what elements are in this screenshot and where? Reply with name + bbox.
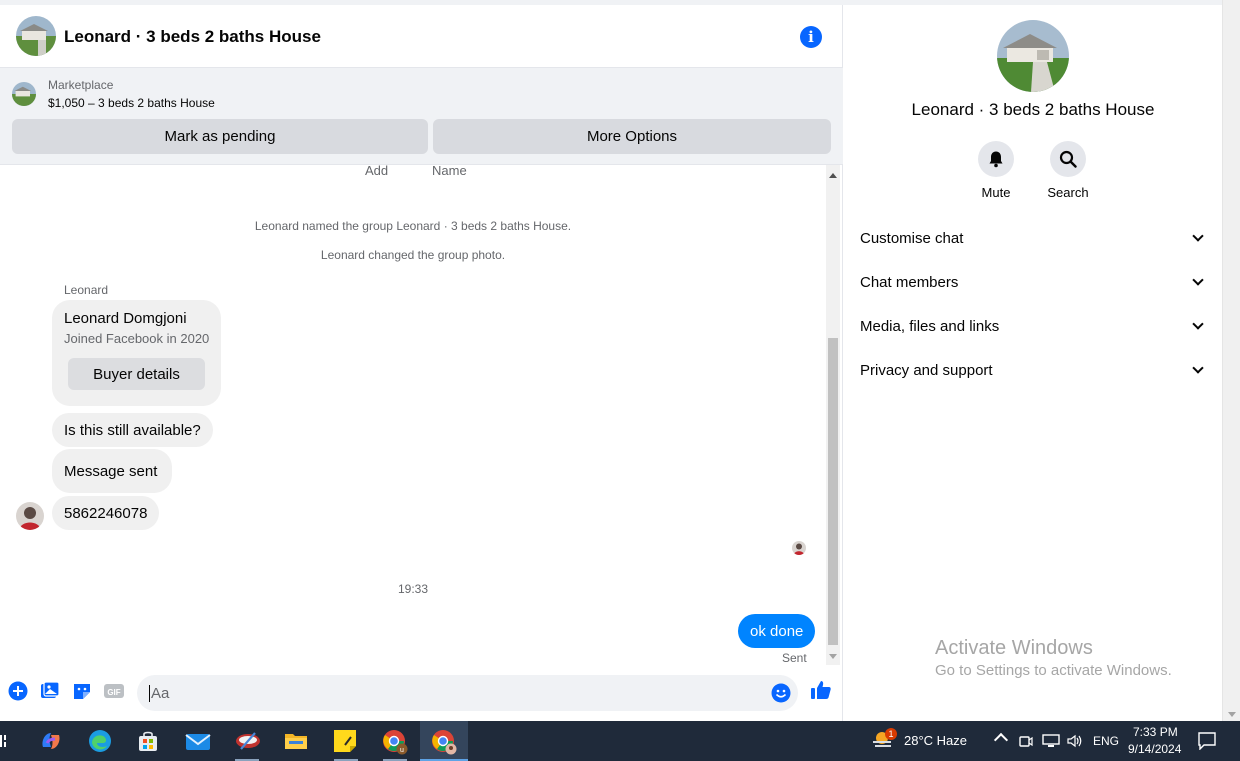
- message-timestamp: 19:33: [397, 582, 429, 596]
- svg-text:GIF: GIF: [107, 688, 120, 697]
- message-list: Add Name Leonard named the group Leonard…: [0, 165, 826, 665]
- copilot-icon[interactable]: [39, 729, 63, 753]
- chat-header: Leonard · 3 beds 2 baths House i: [0, 5, 843, 68]
- marketplace-banner: Marketplace $1,050 – 3 beds 2 baths Hous…: [0, 68, 843, 165]
- sender-avatar[interactable]: [16, 502, 44, 530]
- sender-name: Leonard: [64, 283, 109, 297]
- scroll-up-arrow-icon[interactable]: [829, 173, 837, 178]
- clock-time[interactable]: 7:33 PM: [1133, 725, 1178, 739]
- chat-info-panel: Leonard · 3 beds 2 baths House Mute Sear…: [844, 5, 1222, 721]
- sticky-notes-icon[interactable]: [333, 729, 357, 753]
- group-avatar[interactable]: [16, 16, 56, 56]
- language-indicator[interactable]: ENG: [1093, 734, 1119, 748]
- chrome-profile-u-icon[interactable]: u: [382, 729, 408, 755]
- meet-now-icon[interactable]: [1019, 733, 1033, 754]
- sticker-icon[interactable]: [72, 681, 92, 701]
- composer: GIF Aa: [0, 668, 843, 718]
- chevron-down-icon: [1192, 230, 1204, 242]
- outgoing-message[interactable]: ok done: [738, 614, 816, 648]
- network-icon[interactable]: [1042, 733, 1060, 754]
- section-label: Customise chat: [860, 229, 964, 247]
- panel-title: Leonard · 3 beds 2 baths House: [911, 100, 1155, 119]
- cut-off-name-label: Name: [432, 165, 467, 178]
- screen: Leonard · 3 beds 2 baths House i Marketp…: [0, 0, 1240, 761]
- chevron-down-icon: [1192, 274, 1204, 286]
- file-explorer-icon[interactable]: [284, 729, 308, 753]
- message-input[interactable]: Aa: [137, 675, 798, 711]
- buyer-joined-text: Joined Facebook in 2020: [64, 331, 210, 346]
- info-icon[interactable]: i: [800, 26, 822, 48]
- section-privacy-support[interactable]: Privacy and support: [860, 355, 1206, 385]
- mark-as-pending-button[interactable]: Mark as pending: [12, 119, 428, 154]
- buyer-profile-card: Leonard Domgjoni Joined Facebook in 2020…: [52, 300, 221, 406]
- incoming-message[interactable]: 5862246078: [52, 496, 160, 530]
- message-status: Sent: [782, 651, 807, 665]
- mail-icon[interactable]: [185, 729, 211, 753]
- activate-windows-subtitle: Go to Settings to activate Windows.: [935, 662, 1172, 679]
- photo-icon[interactable]: [40, 681, 60, 701]
- notifications-icon[interactable]: [1198, 732, 1216, 755]
- scroll-down-arrow-icon[interactable]: [1228, 712, 1236, 717]
- system-message: Leonard named the group Leonard · 3 beds…: [254, 219, 572, 233]
- windows-taskbar: u 1 28°C Haze ENG 7:33 PM 9/14/2024: [0, 721, 1240, 761]
- mute-action[interactable]: Mute: [966, 141, 1026, 200]
- microsoft-store-icon[interactable]: [136, 729, 160, 753]
- bell-icon[interactable]: [978, 141, 1014, 177]
- snipping-tool-icon[interactable]: [235, 729, 260, 753]
- section-media-files-links[interactable]: Media, files and links: [860, 311, 1206, 341]
- weather-badge: 1: [885, 728, 897, 740]
- emoji-icon[interactable]: [771, 683, 791, 708]
- scrollbar-thumb[interactable]: [828, 338, 838, 645]
- text-caret: [149, 685, 150, 702]
- weather-text[interactable]: 28°C Haze: [904, 733, 967, 748]
- chat-title: Leonard · 3 beds 2 baths House: [64, 27, 321, 46]
- plus-icon[interactable]: [8, 681, 28, 701]
- system-message: Leonard changed the group photo.: [320, 248, 506, 262]
- buyer-name: Leonard Domgjoni: [64, 310, 187, 327]
- mute-label: Mute: [981, 185, 1011, 200]
- section-chat-members[interactable]: Chat members: [860, 267, 1206, 297]
- buyer-details-button[interactable]: Buyer details: [68, 358, 205, 390]
- chat-pane: Leonard · 3 beds 2 baths House i Marketp…: [0, 5, 843, 721]
- task-view-icon[interactable]: [0, 733, 8, 749]
- search-label: Search: [1047, 185, 1089, 200]
- thumbs-up-icon[interactable]: [810, 679, 832, 701]
- search-action[interactable]: Search: [1038, 141, 1098, 200]
- gif-icon[interactable]: GIF: [104, 681, 124, 701]
- svg-text:u: u: [400, 747, 404, 754]
- volume-icon[interactable]: [1066, 733, 1084, 754]
- scroll-down-arrow-icon[interactable]: [829, 654, 837, 659]
- section-customise-chat[interactable]: Customise chat: [860, 223, 1206, 253]
- incoming-message[interactable]: Is this still available?: [52, 413, 213, 447]
- activate-windows-title: Activate Windows: [935, 637, 1093, 659]
- section-label: Chat members: [860, 273, 959, 291]
- group-photo[interactable]: [997, 20, 1069, 92]
- chevron-up-icon[interactable]: [993, 732, 1009, 748]
- message-input-placeholder: Aa: [151, 685, 170, 702]
- read-receipt-avatar: [792, 541, 806, 555]
- message-scrollbar[interactable]: [826, 165, 840, 665]
- section-label: Privacy and support: [860, 361, 993, 379]
- search-icon[interactable]: [1050, 141, 1086, 177]
- page-scrollbar[interactable]: [1222, 0, 1240, 721]
- marketplace-label: Marketplace: [48, 78, 114, 92]
- chrome-profile-avatar-icon[interactable]: [431, 729, 457, 755]
- chevron-down-icon: [1192, 318, 1204, 330]
- listing-thumbnail[interactable]: [12, 82, 36, 106]
- edge-browser-icon[interactable]: [88, 729, 112, 753]
- cut-off-add-label: Add: [365, 165, 389, 178]
- listing-title[interactable]: $1,050 – 3 beds 2 baths House: [48, 96, 215, 110]
- chevron-down-icon: [1192, 362, 1204, 374]
- incoming-message[interactable]: Message sent: [52, 449, 172, 493]
- clock-date[interactable]: 9/14/2024: [1128, 742, 1181, 756]
- more-options-button[interactable]: More Options: [433, 119, 831, 154]
- section-label: Media, files and links: [860, 317, 1000, 335]
